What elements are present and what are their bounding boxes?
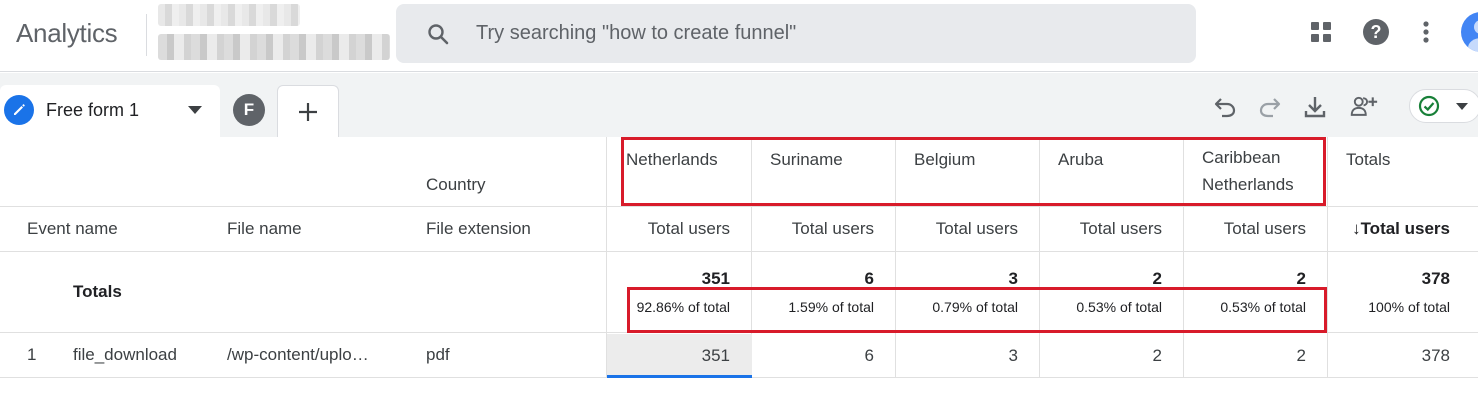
tab-label: Free form 1 — [46, 100, 140, 120]
metric-header-total-users-sorted[interactable]: ↓Total users — [1328, 219, 1450, 239]
column-header-file-name[interactable]: File name — [227, 219, 302, 239]
download-icon[interactable] — [1301, 93, 1329, 121]
total-value: 2 — [1296, 269, 1306, 288]
status-check-icon — [1418, 95, 1440, 117]
redacted-account-name[interactable] — [158, 4, 300, 26]
column-header-netherlands[interactable]: Netherlands — [626, 150, 718, 170]
redo-icon[interactable] — [1256, 93, 1284, 121]
column-divider — [895, 137, 896, 378]
search-input[interactable] — [476, 4, 1176, 63]
share-users-icon[interactable] — [1350, 93, 1378, 121]
row-value[interactable]: 3 — [896, 346, 1018, 366]
column-divider — [1327, 137, 1328, 378]
help-icon[interactable]: ? — [1362, 18, 1390, 46]
metric-header-total-users[interactable]: Total users — [896, 219, 1018, 239]
total-value: 378 — [1421, 269, 1450, 288]
chevron-down-icon[interactable] — [188, 106, 202, 114]
column-header-aruba[interactable]: Aruba — [1058, 150, 1103, 170]
total-value: 6 — [864, 269, 874, 288]
total-percent: 100% of total — [1368, 299, 1450, 315]
search-bar[interactable] — [396, 4, 1196, 63]
account-avatar[interactable] — [1461, 12, 1478, 52]
column-header-caribbean-netherlands[interactable]: Netherlands — [1202, 175, 1294, 195]
plus-icon — [299, 102, 317, 121]
column-header-belgium[interactable]: Belgium — [914, 150, 975, 170]
row-file-name[interactable]: /wp-content/uplo… — [227, 345, 369, 365]
apps-grid-icon[interactable] — [1307, 18, 1335, 46]
top-bar: Analytics ? — [0, 0, 1478, 72]
title-divider — [146, 14, 147, 56]
total-percent: 0.79% of total — [932, 299, 1018, 315]
svg-text:?: ? — [1371, 22, 1382, 42]
column-divider — [1183, 137, 1184, 378]
column-header-suriname[interactable]: Suriname — [770, 150, 843, 170]
row-divider — [0, 206, 1478, 207]
metric-header-total-users[interactable]: Total users — [752, 219, 874, 239]
total-percent: 0.53% of total — [1220, 299, 1306, 315]
row-value[interactable]: 6 — [752, 346, 874, 366]
row-event-name[interactable]: file_download — [73, 345, 177, 365]
column-header-country[interactable]: Country — [426, 175, 486, 195]
more-vert-icon[interactable] — [1412, 18, 1440, 46]
metric-header-total-users[interactable]: Total users — [1040, 219, 1162, 239]
redacted-property-name[interactable] — [158, 34, 390, 60]
row-value[interactable]: 2 — [1040, 346, 1162, 366]
total-value: 351 — [701, 269, 730, 288]
column-header-file-extension[interactable]: File extension — [426, 219, 531, 239]
tab-f-badge[interactable]: F — [233, 94, 265, 126]
row-value[interactable]: 2 — [1184, 346, 1306, 366]
totals-row-label: Totals — [73, 282, 122, 301]
row-file-extension[interactable]: pdf — [426, 345, 450, 365]
search-icon — [428, 24, 449, 45]
column-divider — [1039, 137, 1040, 378]
row-value[interactable]: 351 — [607, 346, 730, 366]
column-header-totals[interactable]: Totals — [1346, 150, 1390, 170]
free-form-table: Country Netherlands Suriname Belgium Aru… — [0, 137, 1478, 403]
pencil-icon — [4, 95, 34, 125]
chevron-down-icon — [1456, 103, 1468, 110]
total-percent: 1.59% of total — [788, 299, 874, 315]
row-divider — [0, 332, 1478, 333]
row-index: 1 — [27, 345, 37, 364]
total-percent: 92.86% of total — [636, 299, 730, 315]
column-header-caribbean[interactable]: Caribbean — [1202, 148, 1280, 168]
total-percent: 0.53% of total — [1076, 299, 1162, 315]
tab-free-form-1[interactable]: Free form 1 — [0, 85, 220, 137]
undo-icon[interactable] — [1211, 93, 1239, 121]
column-header-event-name[interactable]: Event name — [27, 219, 118, 239]
metric-header-total-users[interactable]: Total users — [1184, 219, 1306, 239]
row-divider — [0, 251, 1478, 252]
add-tab-button[interactable] — [277, 85, 339, 137]
row-value[interactable]: 378 — [1328, 346, 1450, 366]
status-dropdown[interactable] — [1409, 89, 1478, 123]
total-value: 3 — [1008, 269, 1018, 288]
total-value: 2 — [1152, 269, 1162, 288]
app-title[interactable]: Analytics — [16, 18, 118, 49]
metric-header-total-users[interactable]: Total users — [607, 219, 730, 239]
